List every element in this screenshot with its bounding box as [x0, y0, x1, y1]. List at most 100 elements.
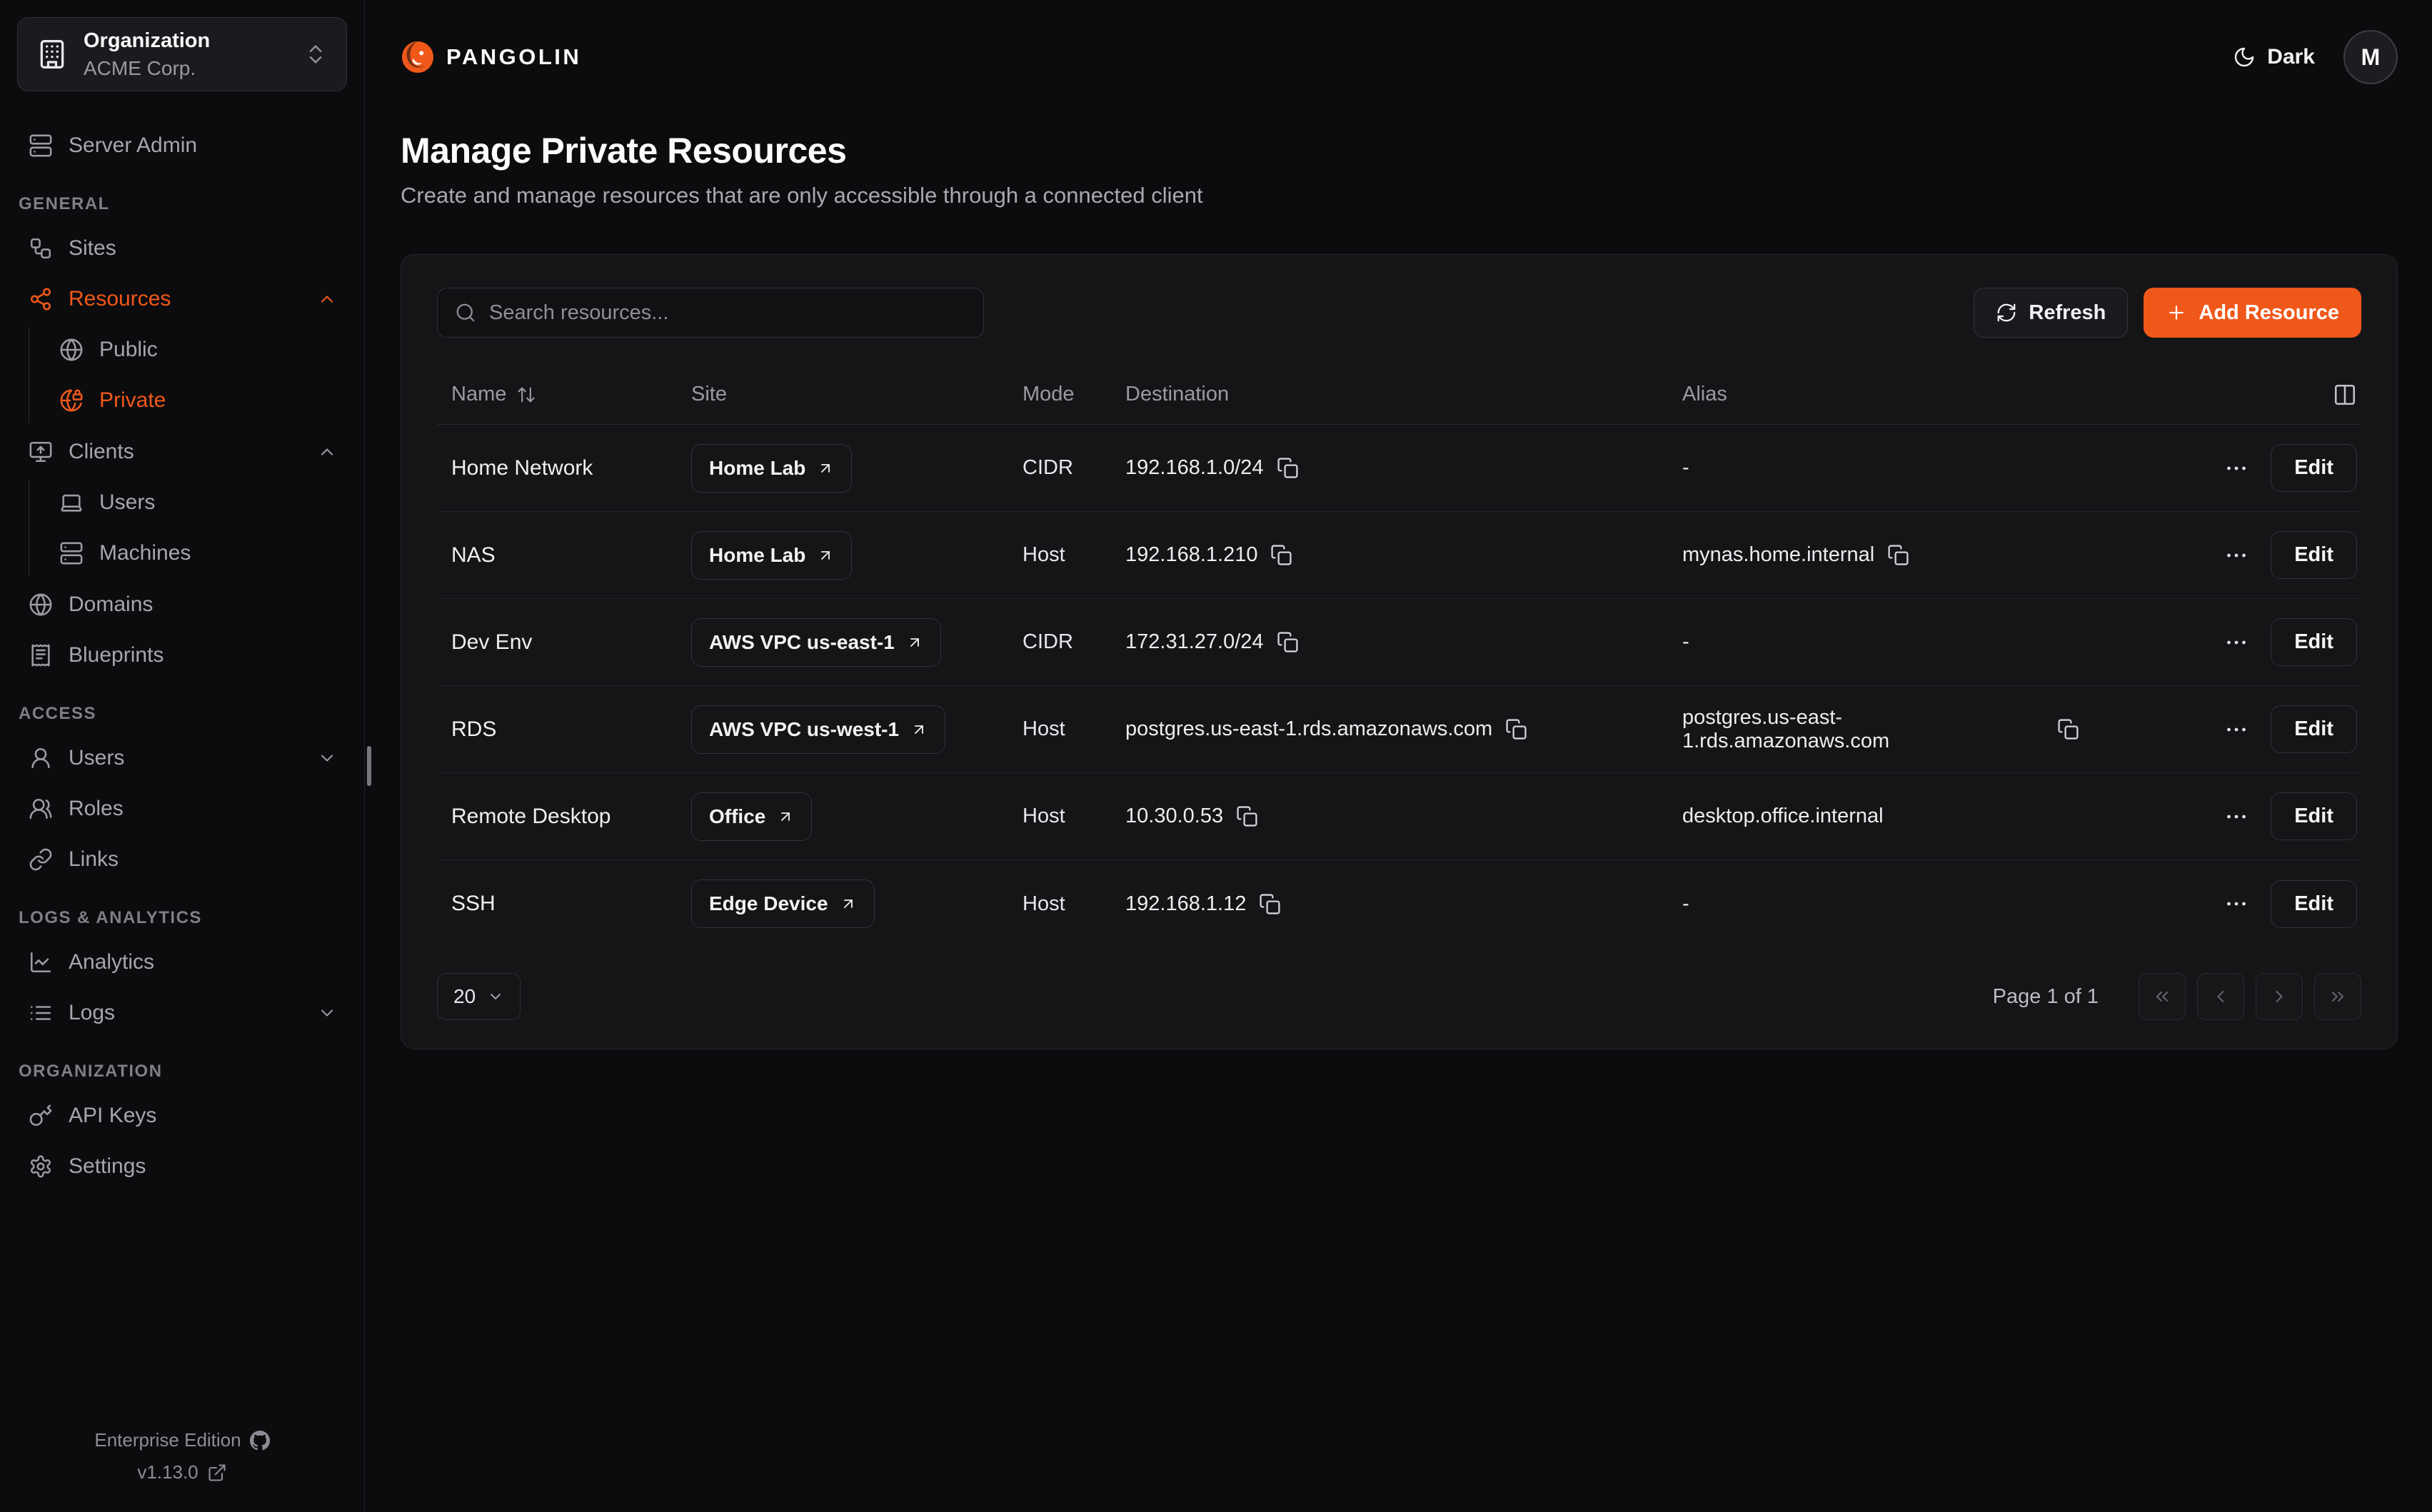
sidebar-item-logs[interactable]: Logs	[17, 990, 347, 1036]
sidebar-item-label: Clients	[69, 440, 134, 464]
refresh-icon	[1996, 302, 2017, 323]
copy-alias-button[interactable]	[2057, 718, 2079, 740]
sidebar-item-label: Server Admin	[69, 133, 197, 158]
sidebar-item-label: Analytics	[69, 950, 154, 974]
sidebar-item-server-admin[interactable]: Server Admin	[17, 123, 347, 168]
sidebar-item-users[interactable]: Users	[17, 735, 347, 781]
site-link-button[interactable]: AWS VPC us-east-1	[691, 618, 941, 667]
page-size-select[interactable]: 20	[437, 973, 521, 1020]
row-menu-button[interactable]	[2224, 717, 2249, 742]
site-link-button[interactable]: Home Lab	[691, 444, 852, 493]
organization-selector[interactable]: Organization ACME Corp.	[17, 17, 347, 91]
search-input[interactable]	[489, 301, 966, 325]
sidebar-item-roles[interactable]: Roles	[17, 786, 347, 832]
sidebar-item-users[interactable]: Users	[59, 480, 347, 525]
edit-button[interactable]: Edit	[2271, 531, 2357, 579]
site-link-button[interactable]: Office	[691, 792, 812, 841]
organization-value: ACME Corp.	[84, 56, 288, 81]
sort-icon[interactable]	[516, 385, 536, 405]
add-resource-button[interactable]: Add Resource	[2144, 288, 2361, 338]
sidebar-item-domains[interactable]: Domains	[17, 582, 347, 628]
row-menu-button[interactable]	[2224, 455, 2249, 481]
avatar-initial: M	[2361, 44, 2381, 71]
copy-destination-button[interactable]	[1505, 718, 1527, 740]
resource-name: RDS	[451, 717, 691, 742]
page-subtitle: Create and manage resources that are onl…	[401, 183, 2398, 208]
resource-destination: 172.31.27.0/24	[1125, 630, 1264, 654]
table-row: Dev EnvAWS VPC us-east-1CIDR172.31.27.0/…	[437, 599, 2361, 686]
copy-destination-button[interactable]	[1270, 544, 1292, 566]
copy-alias-button[interactable]	[1887, 544, 1909, 566]
brand[interactable]: PANGOLIN	[401, 40, 581, 74]
chevrons-up-down-icon	[303, 42, 328, 66]
sidebar-item-links[interactable]: Links	[17, 837, 347, 882]
sidebar-item-settings[interactable]: Settings	[17, 1144, 347, 1189]
copy-icon	[1259, 893, 1281, 915]
edit-button[interactable]: Edit	[2271, 880, 2357, 928]
prev-page-button[interactable]	[2197, 973, 2244, 1020]
sidebar-item-private[interactable]: Private	[59, 378, 347, 423]
chevrons-left-icon	[2152, 987, 2172, 1007]
copy-destination-button[interactable]	[1277, 631, 1299, 653]
chevron-right-icon	[2269, 987, 2289, 1007]
chevron-down-icon	[487, 988, 504, 1005]
version-link[interactable]: v1.13.0	[0, 1461, 364, 1483]
sidebar-footer: Enterprise Edition v1.13.0	[0, 1419, 364, 1483]
sidebar-section-label: GENERAL	[19, 194, 347, 214]
edit-button[interactable]: Edit	[2271, 618, 2357, 666]
copy-destination-button[interactable]	[1259, 893, 1281, 915]
users-icon	[29, 797, 53, 821]
edit-button[interactable]: Edit	[2271, 705, 2357, 753]
site-link-button[interactable]: Edge Device	[691, 880, 875, 928]
row-menu-button[interactable]	[2224, 630, 2249, 655]
row-menu-button[interactable]	[2224, 891, 2249, 917]
edition-link[interactable]: Enterprise Edition	[0, 1429, 364, 1451]
resource-name: Home Network	[451, 456, 691, 480]
building-icon	[36, 39, 68, 70]
columns-toggle-button[interactable]	[2333, 383, 2357, 407]
sidebar-item-api-keys[interactable]: API Keys	[17, 1093, 347, 1139]
copy-destination-button[interactable]	[1277, 457, 1299, 479]
sidebar-item-label: Domains	[69, 593, 153, 617]
sidebar-item-sites[interactable]: Sites	[17, 226, 347, 271]
sidebar-item-machines[interactable]: Machines	[59, 530, 347, 576]
chevron-down-icon	[317, 748, 337, 768]
edit-button[interactable]: Edit	[2271, 792, 2357, 840]
row-menu-button[interactable]	[2224, 543, 2249, 568]
sidebar-item-clients[interactable]: Clients	[17, 429, 347, 475]
sidebar-item-blueprints[interactable]: Blueprints	[17, 632, 347, 678]
server-icon	[59, 541, 84, 565]
table-row: SSHEdge DeviceHost192.168.1.12-Edit	[437, 860, 2361, 947]
sidebar-item-label: Links	[69, 847, 119, 872]
resource-name: Remote Desktop	[451, 805, 691, 829]
sidebar-section-label: LOGS & ANALYTICS	[19, 908, 347, 928]
sidebar-item-resources[interactable]: Resources	[17, 276, 347, 322]
last-page-button[interactable]	[2314, 973, 2361, 1020]
avatar[interactable]: M	[2343, 30, 2398, 84]
refresh-button[interactable]: Refresh	[1974, 288, 2128, 338]
chevron-right-icon	[2269, 987, 2289, 1007]
site-link-button[interactable]: AWS VPC us-west-1	[691, 705, 945, 754]
row-menu-button[interactable]	[2224, 804, 2249, 830]
resource-name: Dev Env	[451, 630, 691, 655]
edition-label: Enterprise Edition	[94, 1429, 241, 1451]
resource-alias: mynas.home.internal	[1682, 543, 1874, 567]
column-header-site: Site	[691, 383, 1022, 406]
first-page-button[interactable]	[2139, 973, 2186, 1020]
sidebar-item-analytics[interactable]: Analytics	[17, 939, 347, 985]
copy-icon	[1505, 718, 1527, 740]
sidebar-resize-handle[interactable]	[367, 746, 371, 786]
main-content: PANGOLIN Dark M Manage Private Resources…	[365, 0, 2432, 1512]
sidebar-item-public[interactable]: Public	[59, 327, 347, 373]
card-toolbar: Refresh Add Resource	[437, 288, 2361, 338]
moon-icon	[2233, 46, 2256, 69]
site-link-button[interactable]: Home Lab	[691, 531, 852, 580]
resource-mode: Host	[1022, 717, 1125, 741]
laptop-icon	[59, 490, 84, 515]
edit-button[interactable]: Edit	[2271, 444, 2357, 492]
next-page-button[interactable]	[2256, 973, 2303, 1020]
copy-destination-button[interactable]	[1236, 805, 1258, 827]
column-header-name[interactable]: Name	[451, 383, 691, 406]
table-body: Home NetworkHome LabCIDR192.168.1.0/24-E…	[437, 425, 2361, 947]
theme-toggle[interactable]: Dark	[2233, 45, 2315, 69]
